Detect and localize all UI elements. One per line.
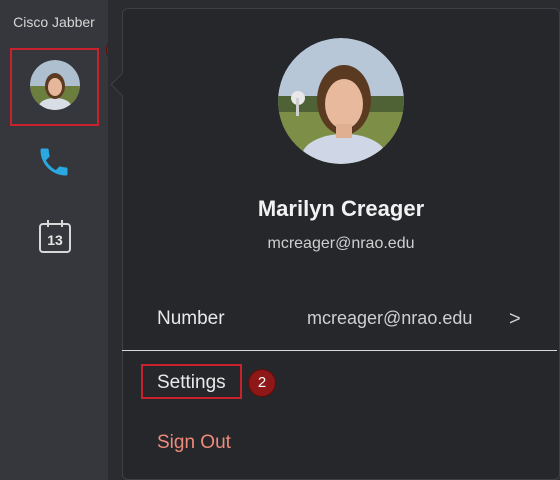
- calendar-day: 13: [47, 232, 63, 248]
- user-name: Marilyn Creager: [257, 196, 425, 221]
- step-badge-2: 2: [248, 369, 276, 397]
- chevron-right-icon: >: [509, 308, 521, 330]
- profile-avatar: [278, 38, 404, 164]
- calendar-icon[interactable]: 13: [38, 218, 72, 254]
- avatar-highlight-box: [10, 48, 99, 126]
- app-title: Cisco Jabber: [13, 14, 95, 30]
- number-value: mcreager@nrao.edu: [307, 308, 473, 328]
- phone-icon[interactable]: [36, 144, 72, 180]
- user-email: mcreager@nrao.edu: [267, 235, 415, 252]
- menu-divider: [122, 350, 557, 351]
- number-row[interactable]: Number mcreager@nrao.edu >: [122, 300, 560, 340]
- settings-label: Settings: [157, 372, 226, 393]
- sign-out-menu-item[interactable]: Sign Out: [157, 432, 231, 454]
- settings-menu-item[interactable]: Settings: [141, 364, 242, 399]
- number-label: Number: [157, 308, 225, 329]
- profile-photo-icon: [278, 38, 404, 164]
